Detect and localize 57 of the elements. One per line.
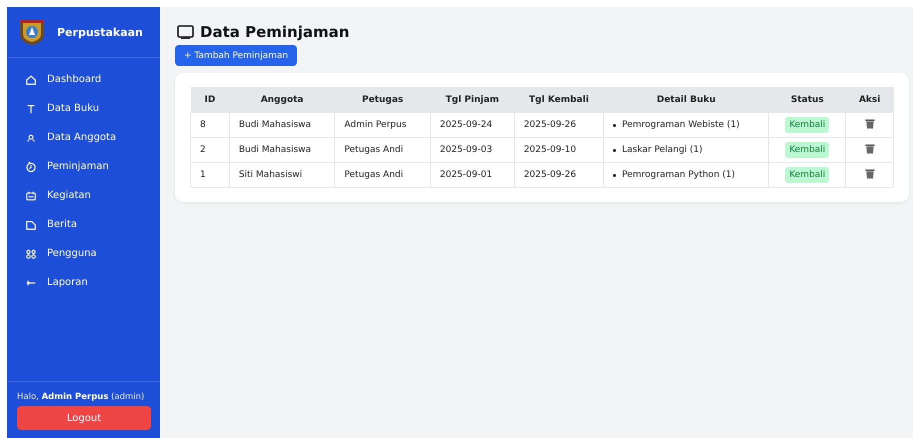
table-cell: 2 [190,138,230,162]
home-icon [25,74,37,86]
sidebar-item[interactable]: Dashboard [7,65,160,94]
column-header: Tgl Pinjam [430,87,514,112]
text-icon [25,102,37,114]
table-cell: 2025-09-24 [430,112,514,138]
clock-icon [25,160,37,172]
book-item: Pemrograman Python (1) [622,170,736,180]
greeting-text: Halo, Admin Perpus (admin) [17,392,146,402]
table-cell: 2025-09-26 [514,162,604,188]
add-loan-button[interactable]: + Tambah Peminjaman [175,45,298,66]
emblem-icon [17,18,47,46]
calendar-icon [25,190,37,202]
book-item: Pemrograman Webiste (1) [622,120,740,130]
table-cell: Budi Mahasiswa [229,112,335,138]
folder-icon [25,218,37,230]
sidebar-item[interactable]: Peminjaman [7,152,160,181]
sidebar-item[interactable]: Laporan [7,268,160,297]
column-header: Petugas [334,87,430,112]
book-item: Laskar Pelangi (1) [622,145,703,156]
trash-icon[interactable] [864,168,875,179]
table-cell: Petugas Andi [334,138,430,162]
column-header: Status [768,87,846,112]
bullet-icon [613,174,616,177]
table-cell: Admin Perpus [334,112,430,138]
status-badge: Kembali [785,167,830,183]
column-header: Aksi [846,87,894,112]
bullet-icon [613,148,616,152]
bullet-icon [613,124,616,127]
column-header: Tgl Kembali [514,87,604,112]
sidebar-item[interactable]: Data Anggota [7,123,160,152]
table-cell: 1 [190,162,230,188]
monitor-icon [177,25,194,39]
sidebar-item[interactable]: Kegiatan [7,181,160,210]
logout-button[interactable]: Logout [17,406,151,430]
table-cell: Petugas Andi [334,162,430,188]
table-cell: 2025-09-26 [514,112,604,138]
trash-icon[interactable] [864,118,875,129]
table-cell: Budi Mahasiswa [229,138,335,162]
status-badge: Kembali [785,117,830,133]
user-icon [25,132,37,144]
table-cell: 2025-09-10 [514,138,604,162]
sidebar-item[interactable]: Data Buku [7,94,160,123]
status-badge: Kembali [785,142,830,158]
table-cell: Siti Mahasiswi [229,162,335,188]
users-icon [25,248,37,260]
sidebar-item[interactable]: Berita [7,210,160,239]
table-cell: 2025-09-03 [430,138,514,162]
column-header: ID [190,87,230,112]
table-cell: 2025-09-01 [430,162,514,188]
app-title: Perpustakaan [57,26,143,38]
page-title: Data Peminjaman [200,23,350,41]
column-header: Detail Buku [604,87,769,112]
table-cell: 8 [190,112,230,138]
sidebar-item[interactable]: Pengguna [7,239,160,268]
trash-icon[interactable] [864,143,875,154]
column-header: Anggota [229,87,335,112]
